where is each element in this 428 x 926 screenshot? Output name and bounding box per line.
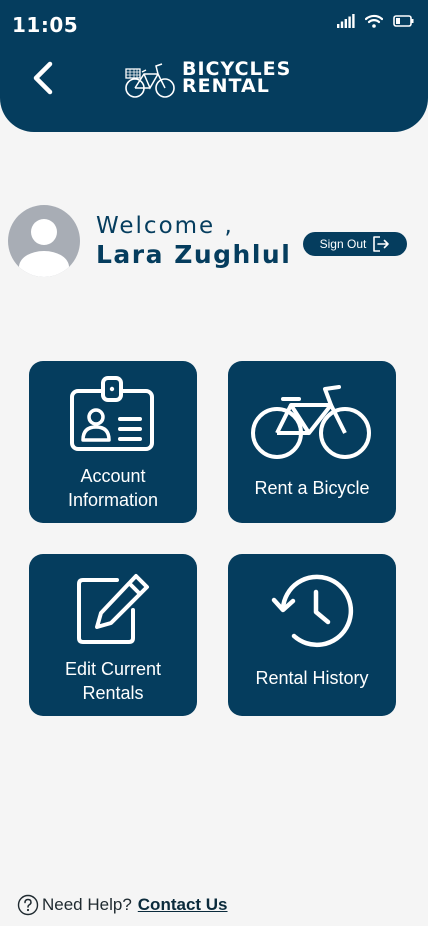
tile-label-line1: Edit Current	[64, 659, 162, 679]
battery-icon	[393, 15, 414, 27]
tile-label-line1: Account	[80, 466, 146, 486]
logout-icon	[373, 236, 390, 252]
rent-bicycle-tile[interactable]: Rent a Bicycle	[228, 361, 396, 523]
account-information-tile[interactable]: Account Information	[29, 361, 197, 523]
brand-name: BICYCLES RENTAL	[182, 60, 291, 97]
tile-label-line2: Information	[67, 490, 159, 510]
sign-out-label: Sign Out	[319, 237, 367, 251]
id-badge-icon	[70, 376, 154, 451]
signal-icon	[337, 14, 355, 28]
back-button[interactable]	[26, 58, 62, 98]
bicycle-basket-logo-icon	[125, 63, 175, 98]
edit-icon	[77, 574, 149, 644]
app-header: 11:05 BICYCLES RENTAL	[0, 0, 428, 132]
avatar	[8, 205, 80, 277]
status-time: 11:05	[12, 13, 79, 37]
tile-label-line1: Rent a Bicycle	[254, 478, 370, 498]
help-text: Need Help?	[42, 895, 132, 914]
user-avatar-icon	[8, 205, 80, 277]
brand-line2: RENTAL	[182, 75, 270, 97]
brand-logo: BICYCLES RENTAL	[124, 56, 291, 100]
rental-history-tile[interactable]: Rental History	[228, 554, 396, 716]
edit-current-rentals-tile[interactable]: Edit Current Rentals	[29, 554, 197, 716]
help-bulb-icon	[17, 894, 39, 916]
welcome-text: Welcome ,	[96, 213, 234, 239]
tile-label-line2: Rentals	[82, 683, 144, 703]
chevron-left-icon	[33, 61, 53, 95]
status-icons	[337, 14, 414, 28]
sign-out-button[interactable]: Sign Out	[303, 232, 407, 256]
tile-label-line1: Rental History	[255, 668, 369, 688]
history-icon	[271, 574, 354, 648]
contact-us-link[interactable]: Contact Us	[138, 895, 228, 915]
wifi-icon	[365, 14, 383, 28]
bicycle-icon	[251, 385, 371, 459]
user-name: Lara Zughlul	[96, 240, 292, 269]
help-footer: Need Help? Contact Us	[17, 894, 228, 916]
